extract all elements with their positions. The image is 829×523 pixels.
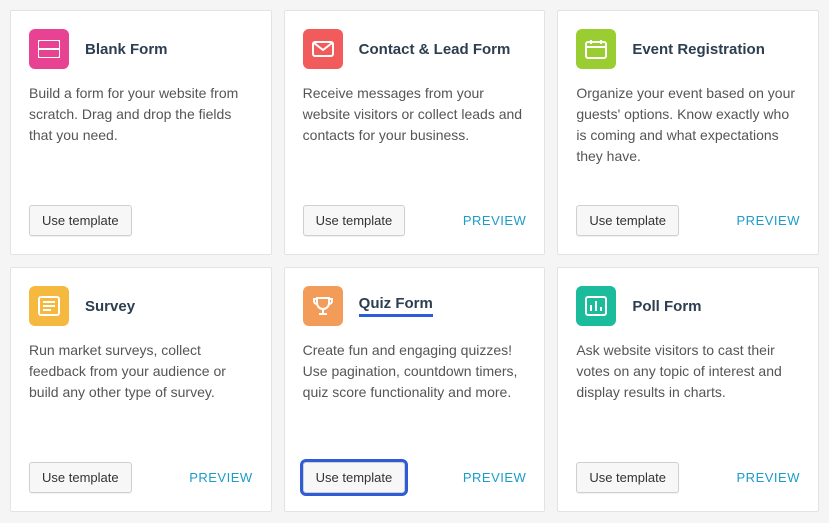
card-header: Contact & Lead Form: [303, 29, 527, 69]
use-template-button[interactable]: Use template: [303, 462, 406, 493]
template-card-contact-lead: Contact & Lead Form Receive messages fro…: [284, 10, 546, 255]
preview-link[interactable]: PREVIEW: [463, 470, 526, 485]
template-grid: Blank Form Build a form for your website…: [10, 10, 819, 512]
card-title: Contact & Lead Form: [359, 41, 511, 58]
preview-link[interactable]: PREVIEW: [189, 470, 252, 485]
envelope-icon: [303, 29, 343, 69]
template-card-survey: Survey Run market surveys, collect feedb…: [10, 267, 272, 512]
template-card-event-registration: Event Registration Organize your event b…: [557, 10, 819, 255]
card-footer: Use template: [29, 205, 253, 236]
card-footer: Use template PREVIEW: [303, 462, 527, 493]
use-template-button[interactable]: Use template: [29, 462, 132, 493]
preview-link[interactable]: PREVIEW: [737, 213, 800, 228]
use-template-button[interactable]: Use template: [576, 462, 679, 493]
card-title: Survey: [85, 298, 135, 315]
card-title: Blank Form: [85, 41, 168, 58]
card-header: Event Registration: [576, 29, 800, 69]
survey-icon: [29, 286, 69, 326]
card-footer: Use template PREVIEW: [576, 205, 800, 236]
template-card-poll-form: Poll Form Ask website visitors to cast t…: [557, 267, 819, 512]
card-header: Quiz Form: [303, 286, 527, 326]
use-template-button[interactable]: Use template: [29, 205, 132, 236]
card-description: Run market surveys, collect feedback fro…: [29, 340, 253, 450]
card-description: Organize your event based on your guests…: [576, 83, 800, 193]
card-footer: Use template PREVIEW: [303, 205, 527, 236]
form-icon: [29, 29, 69, 69]
calendar-icon: [576, 29, 616, 69]
card-footer: Use template PREVIEW: [29, 462, 253, 493]
card-header: Blank Form: [29, 29, 253, 69]
template-card-blank-form: Blank Form Build a form for your website…: [10, 10, 272, 255]
card-title: Poll Form: [632, 298, 701, 315]
card-header: Survey: [29, 286, 253, 326]
preview-link[interactable]: PREVIEW: [737, 470, 800, 485]
preview-link[interactable]: PREVIEW: [463, 213, 526, 228]
trophy-icon: [303, 286, 343, 326]
card-description: Receive messages from your website visit…: [303, 83, 527, 193]
use-template-button[interactable]: Use template: [303, 205, 406, 236]
card-title: Quiz Form: [359, 295, 433, 317]
template-card-quiz-form: Quiz Form Create fun and engaging quizze…: [284, 267, 546, 512]
card-footer: Use template PREVIEW: [576, 462, 800, 493]
card-title: Event Registration: [632, 41, 765, 58]
card-description: Ask website visitors to cast their votes…: [576, 340, 800, 450]
card-header: Poll Form: [576, 286, 800, 326]
use-template-button[interactable]: Use template: [576, 205, 679, 236]
poll-icon: [576, 286, 616, 326]
card-description: Create fun and engaging quizzes! Use pag…: [303, 340, 527, 450]
card-description: Build a form for your website from scrat…: [29, 83, 253, 193]
